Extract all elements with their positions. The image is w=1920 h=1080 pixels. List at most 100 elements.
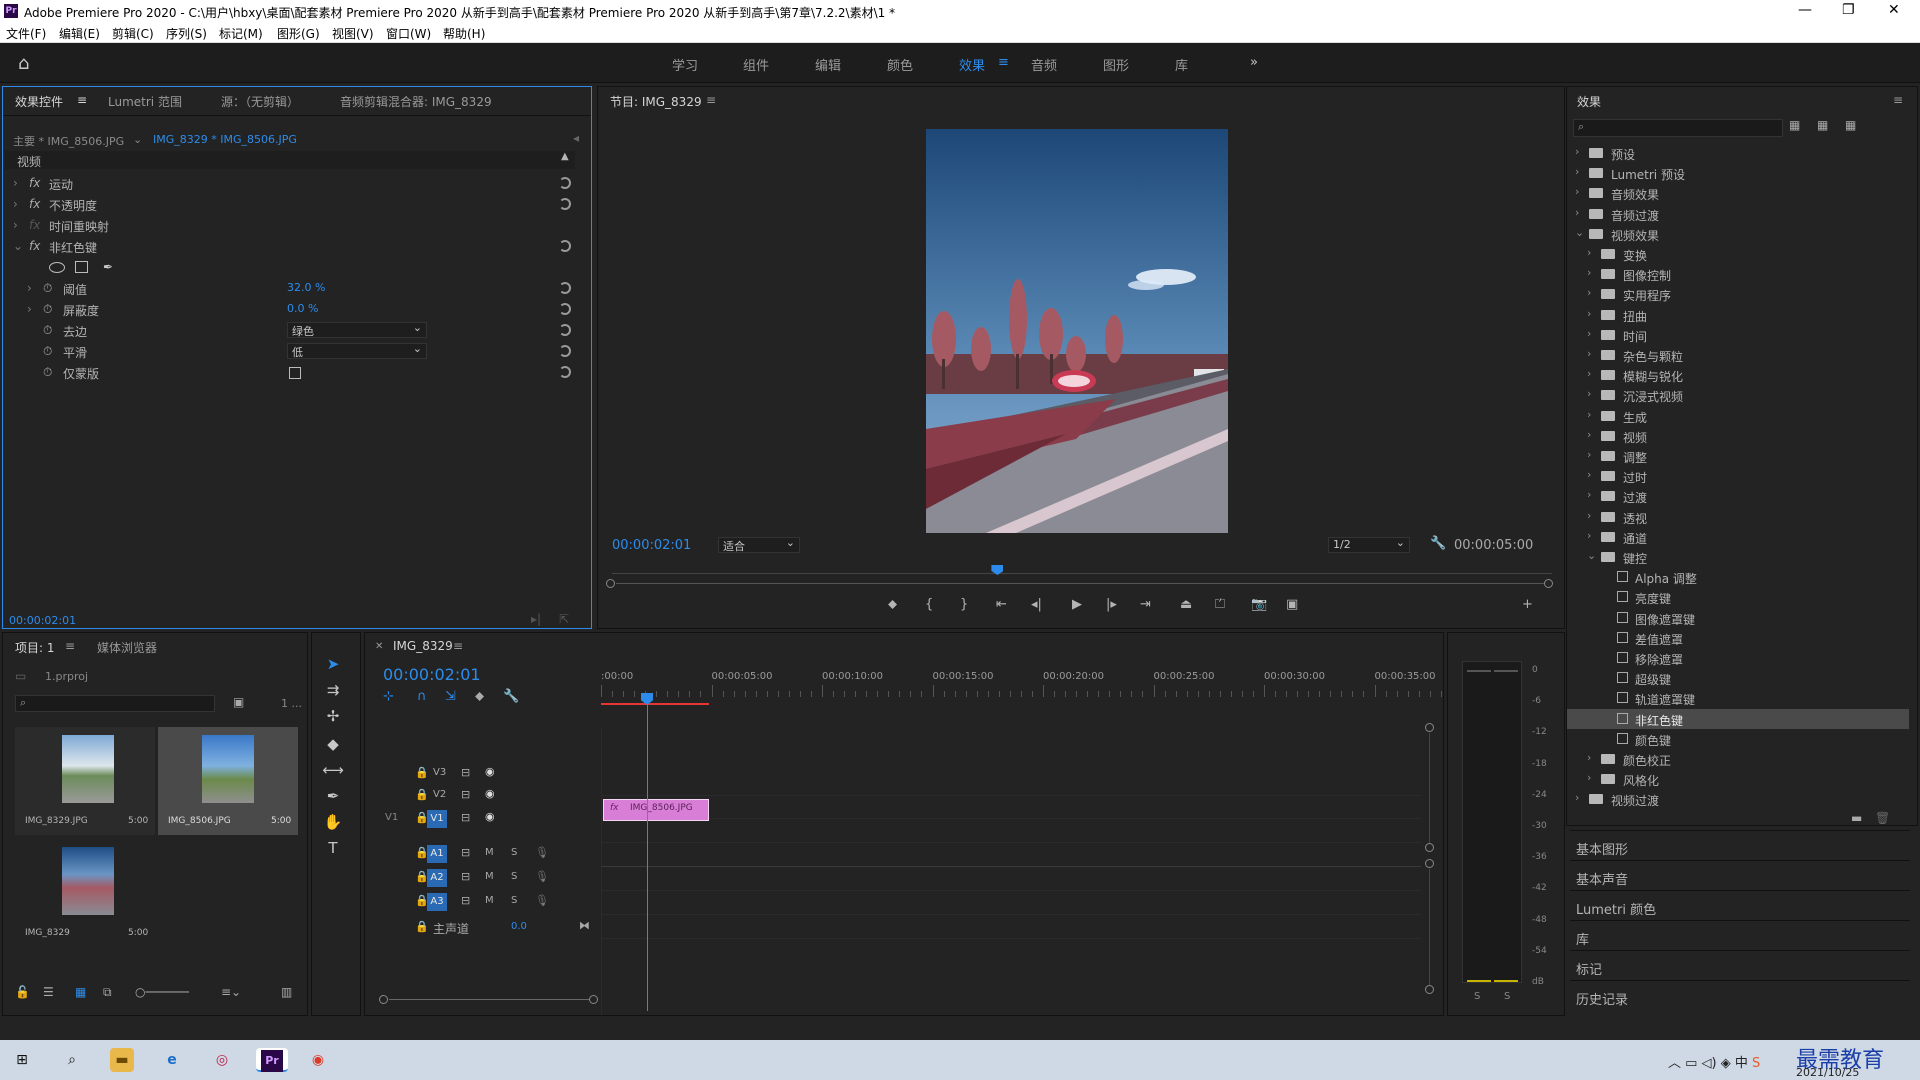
- effect-folder[interactable]: › 视频: [1567, 426, 1909, 446]
- project-item-selected[interactable]: IMG_8506.JPG 5:00: [158, 727, 298, 835]
- effect-item[interactable]: 亮度键: [1567, 587, 1909, 607]
- effect-folder[interactable]: › Lumetri 预设: [1567, 163, 1909, 183]
- timeline-playhead-line[interactable]: [647, 695, 648, 1011]
- freeform-view-icon[interactable]: ⧉: [103, 985, 112, 1000]
- expand-arrow-icon[interactable]: ›: [1575, 165, 1579, 178]
- effect-folder[interactable]: › 透视: [1567, 507, 1909, 527]
- expand-icon[interactable]: ›: [27, 302, 32, 316]
- fit-dropdown[interactable]: 适合: [718, 536, 800, 553]
- defringing-dropdown[interactable]: 绿色: [287, 321, 427, 338]
- resolution-dropdown[interactable]: 1/2: [1328, 536, 1410, 553]
- stopwatch-icon[interactable]: ⏱: [43, 302, 52, 317]
- expand-arrow-icon[interactable]: ›: [1587, 448, 1591, 461]
- expand-arrow-icon[interactable]: ›: [1587, 286, 1591, 299]
- track-select-tool-icon[interactable]: ⇉: [320, 679, 346, 701]
- extract-icon[interactable]: ⏍: [1215, 597, 1225, 612]
- section-essential-sound[interactable]: 基本声音: [1570, 860, 1910, 888]
- selection-tool-icon[interactable]: ➤: [320, 653, 346, 675]
- project-search-input[interactable]: ⌕: [15, 695, 215, 712]
- restore-icon[interactable]: ❐: [1842, 2, 1855, 18]
- scroll-up-icon[interactable]: ▲: [561, 151, 569, 162]
- effect-folder[interactable]: › 过时: [1567, 466, 1909, 486]
- reset-icon[interactable]: [559, 177, 571, 189]
- file-explorer-icon[interactable]: ▬: [110, 1048, 134, 1072]
- track-target-button[interactable]: A1: [427, 845, 447, 863]
- effects-search-input[interactable]: ⌕: [1573, 119, 1783, 137]
- sequence-clip-label[interactable]: IMG_8329 * IMG_8506.JPG: [153, 133, 297, 146]
- workspace-graphics[interactable]: 图形: [1103, 55, 1129, 74]
- sync-lock-icon[interactable]: ⊟: [461, 870, 470, 883]
- workspace-audio[interactable]: 音频: [1031, 55, 1057, 74]
- effect-folder[interactable]: › 过渡: [1567, 486, 1909, 506]
- reset-icon[interactable]: [559, 198, 571, 210]
- tab-source[interactable]: 源：（无剪辑）: [221, 93, 299, 110]
- expand-arrow-icon[interactable]: ›: [1575, 145, 1579, 158]
- mute-button[interactable]: M: [485, 847, 494, 858]
- project-item[interactable]: IMG_8329.JPG 5:00: [15, 727, 155, 835]
- mute-button[interactable]: M: [485, 871, 494, 882]
- microphone-icon[interactable]: 🎙: [535, 870, 549, 883]
- effect-folder[interactable]: › 音频效果: [1567, 183, 1909, 203]
- menu-view[interactable]: 视图(V): [332, 25, 374, 42]
- add-marker-icon[interactable]: ⬥: [475, 689, 484, 704]
- effect-item[interactable]: 超级键: [1567, 668, 1909, 688]
- effects-title[interactable]: 效果: [1577, 93, 1601, 110]
- sync-lock-icon[interactable]: ⊟: [461, 766, 470, 779]
- panel-menu-icon[interactable]: ≡: [706, 93, 716, 107]
- reset-icon[interactable]: [559, 240, 571, 252]
- expand-arrow-icon[interactable]: ›: [1587, 347, 1591, 360]
- threshold-value[interactable]: 32.0 %: [287, 281, 325, 294]
- go-to-end-icon[interactable]: ⧓: [579, 919, 590, 932]
- vertical-scrollbar[interactable]: [1425, 723, 1435, 1015]
- stopwatch-icon[interactable]: ⏱: [43, 281, 52, 296]
- effect-folder[interactable]: › 时间: [1567, 325, 1909, 345]
- effect-folder[interactable]: › 音频过渡: [1567, 204, 1909, 224]
- effect-folder[interactable]: › 颜色校正: [1567, 749, 1909, 769]
- sogou-icon[interactable]: S: [1752, 1056, 1760, 1071]
- effect-folder[interactable]: › 调整: [1567, 446, 1909, 466]
- master-clip-label[interactable]: 主要 * IMG_8506.JPG: [13, 133, 124, 149]
- workspace-color[interactable]: 颜色: [887, 55, 913, 74]
- program-monitor-title[interactable]: 节目: IMG_8329: [610, 93, 702, 110]
- panel-menu-icon[interactable]: ≡: [453, 639, 463, 653]
- chrome-icon[interactable]: ◉: [306, 1048, 330, 1072]
- lock-icon[interactable]: 🔓: [15, 985, 30, 999]
- windows-start-icon[interactable]: ⊞: [10, 1048, 34, 1072]
- play-only-audio-icon[interactable]: ▸|: [531, 612, 541, 626]
- expand-icon[interactable]: ›: [13, 218, 18, 232]
- effect-item[interactable]: 轨道遮罩键: [1567, 688, 1909, 708]
- expand-icon[interactable]: ›: [13, 176, 18, 190]
- stopwatch-icon[interactable]: ⏱: [43, 365, 52, 380]
- effect-folder[interactable]: ⌄ 键控: [1567, 547, 1909, 567]
- effect-item[interactable]: 非红色键: [1567, 708, 1909, 729]
- 32bit-effects-icon[interactable]: ▦: [1817, 118, 1828, 132]
- tab-effect-controls[interactable]: 效果控件: [15, 93, 63, 110]
- effect-item[interactable]: 图像遮罩键: [1567, 608, 1909, 628]
- expand-arrow-icon[interactable]: ›: [1587, 468, 1591, 481]
- fx-row-non-red-key[interactable]: ⌄ fx 非红色键: [3, 236, 583, 257]
- workspace-menu-icon[interactable]: ≡: [998, 55, 1009, 70]
- effect-folder[interactable]: › 扭曲: [1567, 305, 1909, 325]
- reset-icon[interactable]: [559, 324, 571, 336]
- effect-folder[interactable]: ⌄ 视频效果: [1567, 224, 1909, 244]
- expand-arrow-icon[interactable]: ›: [1587, 529, 1591, 542]
- compare-view-icon[interactable]: ▣: [1286, 597, 1298, 612]
- expand-arrow-icon[interactable]: ›: [1587, 509, 1591, 522]
- menu-window[interactable]: 窗口(W): [386, 25, 431, 42]
- section-lumetri-color[interactable]: Lumetri 颜色: [1570, 890, 1910, 918]
- effect-folder[interactable]: › 预设: [1567, 143, 1909, 163]
- settings-wrench-icon[interactable]: 🔧: [503, 689, 519, 704]
- ripple-edit-tool-icon[interactable]: ✢: [320, 705, 346, 727]
- mask-only-checkbox[interactable]: [289, 367, 301, 379]
- program-ruler[interactable]: [612, 565, 1552, 575]
- effect-item[interactable]: 颜色键: [1567, 729, 1909, 749]
- edge-browser-icon[interactable]: e: [160, 1048, 184, 1072]
- snap-icon[interactable]: ∩: [417, 689, 427, 704]
- track-target-button[interactable]: A3: [427, 893, 447, 911]
- list-view-icon[interactable]: ☰: [43, 985, 54, 999]
- expand-arrow-icon[interactable]: ›: [1587, 246, 1591, 259]
- add-marker-icon[interactable]: ⬥: [888, 597, 897, 612]
- program-timecode[interactable]: 00:00:02:01: [612, 538, 691, 553]
- go-to-out-icon[interactable]: ⇥: [1140, 597, 1151, 612]
- project-sequence-item[interactable]: IMG_8329 5:00: [15, 839, 155, 947]
